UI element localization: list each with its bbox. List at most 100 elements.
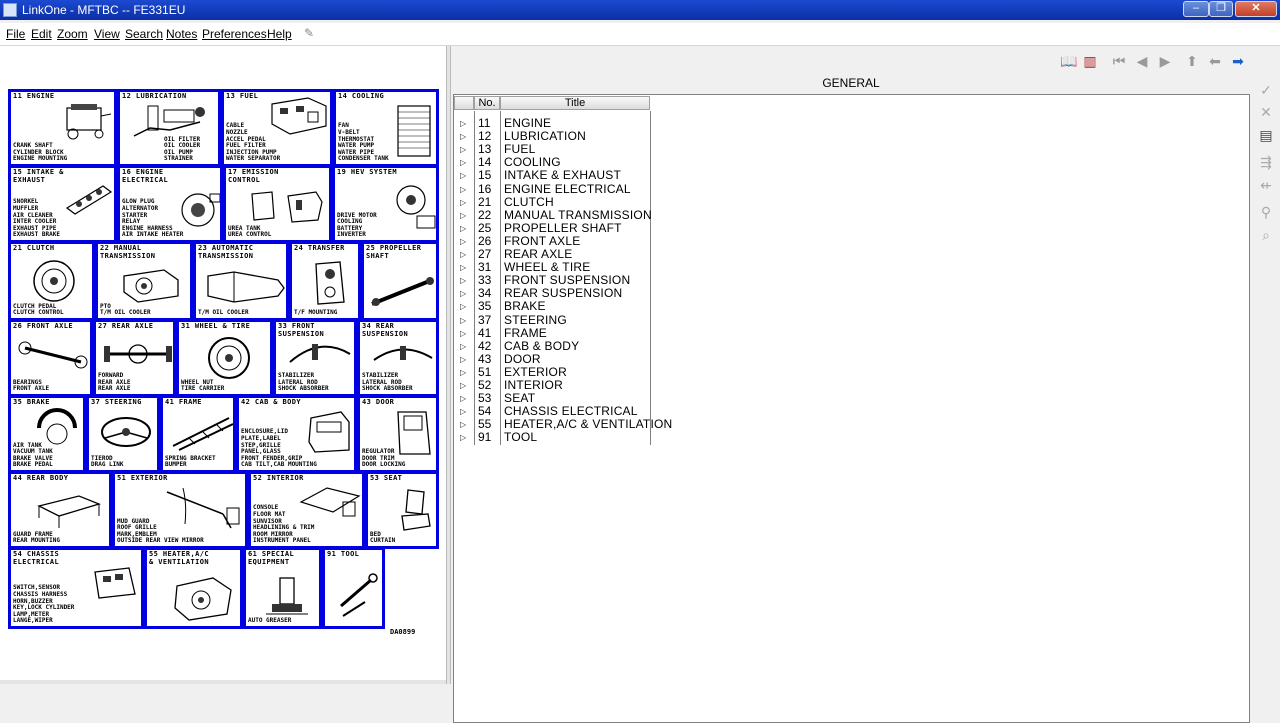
expand-arrow-icon[interactable]: ▷	[460, 156, 466, 169]
cart-remove-icon[interactable]: ⇷	[1258, 177, 1274, 193]
list-item[interactable]: ▷ 34 REAR SUSPENSION	[454, 287, 654, 300]
list-item[interactable]: ▷ 35 BRAKE	[454, 300, 654, 313]
expand-arrow-icon[interactable]: ▷	[460, 418, 466, 431]
list-item[interactable]: ▷ 31 WHEEL & TIRE	[454, 261, 654, 274]
bookmark-icon[interactable]: ▥	[1082, 53, 1098, 69]
close-button[interactable]: ✕	[1235, 1, 1277, 17]
diagram-cell-manual-transmission[interactable]: 22 MANUAL TRANSMISSION PTO T/M OIL COOLE…	[95, 241, 193, 321]
diagram-cell-rear-body[interactable]: 44 REAR BODY GUARD FRAME REAR MOUNTING	[8, 471, 112, 549]
expand-arrow-icon[interactable]: ▷	[460, 248, 466, 261]
expand-arrow-icon[interactable]: ▷	[460, 300, 466, 313]
diagram-cell-hev-system[interactable]: 19 HEV SYSTEM DRIVE MOTOR COOLING BATTER…	[332, 165, 439, 243]
menu-preferences[interactable]: Preferences	[202, 27, 267, 41]
list-item[interactable]: ▷ 33 FRONT SUSPENSION	[454, 274, 654, 287]
list-item[interactable]: ▷ 54 CHASSIS ELECTRICAL	[454, 405, 654, 418]
list-item[interactable]: ▷ 14 COOLING	[454, 156, 654, 169]
parts-list-icon[interactable]: ▤	[1258, 127, 1274, 143]
list-item[interactable]: ▷ 11 ENGINE	[454, 117, 654, 130]
list-item[interactable]: ▷ 42 CAB & BODY	[454, 339, 654, 353]
column-header-no[interactable]: No.	[474, 96, 500, 110]
diagram-cell-transfer[interactable]: 24 TRANSFER T/F MOUNTING	[289, 241, 361, 321]
diagram-cell-steering[interactable]: 37 STEERING TIEROD DRAG LINK	[86, 395, 160, 473]
expand-arrow-icon[interactable]: ▷	[460, 405, 466, 418]
list-item[interactable]: ▷ 21 CLUTCH	[454, 195, 654, 209]
list-item[interactable]: ▷ 13 FUEL	[454, 143, 654, 156]
diagram-cell-cooling[interactable]: 14 COOLING FAN V-BELT THERMOSTAT WATER P…	[333, 89, 439, 167]
list-item[interactable]: ▷ 22 MANUAL TRANSMISSION	[454, 208, 654, 222]
list-item[interactable]: ▷ 43 DOOR	[454, 352, 654, 366]
diagram-cell-frame[interactable]: 41 FRAME SPRING BRACKET BUMPER	[160, 395, 236, 473]
first-page-icon[interactable]: ⏮	[1111, 53, 1127, 69]
expand-arrow-icon[interactable]: ▷	[460, 209, 466, 222]
forward-icon[interactable]: ➡	[1230, 53, 1246, 69]
list-item[interactable]: ▷ 25 PROPELLER SHAFT	[454, 221, 654, 235]
diagram-cell-rear-suspension[interactable]: 34 REAR SUSPENSION STABILIZER LATERAL RO…	[357, 319, 439, 397]
diagram-cell-brake[interactable]: 35 BRAKE AIR TANK VACUUM TANK BRAKE VALV…	[8, 395, 86, 473]
menu-search[interactable]: Search	[125, 27, 163, 41]
diagram-cell-interior[interactable]: 52 INTERIOR CONSOLE FLOOR MAT SUNVISOR H…	[248, 471, 365, 549]
diagram-cell-automatic-transmission[interactable]: 23 AUTOMATIC TRANSMISSION T/M OIL COOLER	[193, 241, 289, 321]
diagram-cell-exterior[interactable]: 51 EXTERIOR MUD GUARD ROOF GRILLE MARK,E…	[112, 471, 248, 549]
cart-add-icon[interactable]: ⇶	[1258, 154, 1274, 170]
diagram-cell-wheel-tire[interactable]: 31 WHEEL & TIRE WHEEL NUT TIRE CARRIER	[176, 319, 273, 397]
expand-arrow-icon[interactable]: ▷	[460, 327, 466, 340]
book-icon[interactable]: 📖	[1060, 53, 1077, 69]
diagram-cell-intake-exhaust[interactable]: 15 INTAKE & EXHAUST SNORKEL MUFFLER AIR …	[8, 165, 117, 243]
expand-arrow-icon[interactable]: ▷	[460, 287, 466, 300]
expand-arrow-icon[interactable]: ▷	[460, 117, 466, 130]
checkmark-icon[interactable]: ✓	[1258, 82, 1274, 98]
expand-arrow-icon[interactable]: ▷	[460, 353, 466, 366]
column-header-title[interactable]: Title	[500, 96, 650, 110]
expand-arrow-icon[interactable]: ▷	[460, 274, 466, 287]
diagram-cell-heater-ac-ventilation[interactable]: 55 HEATER,A/C & VENTILATION	[144, 547, 243, 629]
diagram-cell-clutch[interactable]: 21 CLUTCH CLUTCH PEDAL CLUTCH CONTROL	[8, 241, 95, 321]
menu-zoom[interactable]: Zoom	[57, 27, 88, 41]
diagram-cell-emission-control[interactable]: 17 EMISSION CONTROL UREA TANK UREA CONTR…	[223, 165, 332, 243]
expand-arrow-icon[interactable]: ▷	[460, 143, 466, 156]
diagram-cell-chassis-electrical[interactable]: 54 CHASSIS ELECTRICAL SWITCH,SENSOR CHAS…	[8, 547, 144, 629]
menu-file[interactable]: File	[6, 27, 25, 41]
diagram-cell-special-equipment[interactable]: 61 SPECIAL EQUIPMENT AUTO GREASER	[243, 547, 322, 629]
diagram-cell-engine[interactable]: 11 ENGINE CRANK SHAFT CYLINDER BLOCK ENG…	[8, 89, 117, 167]
up-level-icon[interactable]: ⬆	[1184, 53, 1200, 69]
list-item[interactable]: ▷ 41 FRAME	[454, 326, 654, 340]
list-item[interactable]: ▷ 51 EXTERIOR	[454, 365, 654, 379]
diagram-cell-propeller-shaft[interactable]: 25 PROPELLER SHAFT	[361, 241, 439, 321]
contents-list[interactable]: No. Title ▷ 11 ENGINE ▷ 12 LUBRICATION ▷ 13 FUEL…	[453, 94, 1250, 723]
diagram-cell-front-suspension[interactable]: 33 FRONT SUSPENSION STABILIZER LATERAL R…	[273, 319, 357, 397]
cancel-icon[interactable]: ✕	[1258, 104, 1274, 120]
list-item[interactable]: ▷ 52 INTERIOR	[454, 379, 654, 392]
list-item[interactable]: ▷ 37 STEERING	[454, 313, 654, 327]
diagram-cell-engine-electrical[interactable]: 16 ENGINE ELECTRICAL GLOW PLUG ALTERNATO…	[117, 165, 223, 243]
menu-help[interactable]: Help	[267, 27, 292, 41]
diagram-cell-cab-body[interactable]: 42 CAB & BODY ENCLOSURE,LID PLATE,LABEL …	[236, 395, 357, 473]
binoculars-icon[interactable]: ⚲	[1258, 204, 1274, 220]
back-icon[interactable]: ⬅	[1207, 53, 1223, 69]
minimize-button[interactable]: –	[1183, 1, 1209, 17]
expand-arrow-icon[interactable]: ▷	[460, 169, 466, 182]
list-item[interactable]: ▷ 55 HEATER,A/C & VENTILATION	[454, 418, 672, 431]
list-item[interactable]: ▷ 27 REAR AXLE	[454, 248, 654, 261]
list-item[interactable]: ▷ 12 LUBRICATION	[454, 130, 654, 143]
diagram-cell-seat[interactable]: 53 SEAT BED CURTAIN	[365, 471, 439, 549]
list-item[interactable]: ▷ 16 ENGINE ELECTRICAL	[454, 182, 654, 196]
expand-arrow-icon[interactable]: ▷	[460, 196, 466, 209]
list-item[interactable]: ▷ 53 SEAT	[454, 392, 654, 405]
pin-icon[interactable]: ✎	[304, 26, 318, 40]
diagram-cell-fuel[interactable]: 13 FUEL CABLE NOZZLE ACCEL PEDAL FUEL FI…	[221, 89, 333, 167]
expand-arrow-icon[interactable]: ▷	[460, 261, 466, 274]
zoom-icon[interactable]: ⌕	[1258, 227, 1274, 243]
expand-arrow-icon[interactable]: ▷	[460, 392, 466, 405]
expand-arrow-icon[interactable]: ▷	[460, 222, 466, 235]
expand-arrow-icon[interactable]: ▷	[460, 366, 466, 379]
expand-arrow-icon[interactable]: ▷	[460, 379, 466, 392]
next-page-icon[interactable]: ▶	[1157, 53, 1173, 69]
expand-arrow-icon[interactable]: ▷	[460, 130, 466, 143]
expand-arrow-icon[interactable]: ▷	[460, 314, 466, 327]
diagram-cell-tool[interactable]: 91 TOOL	[322, 547, 385, 629]
expand-arrow-icon[interactable]: ▷	[460, 340, 466, 353]
expand-arrow-icon[interactable]: ▷	[460, 431, 466, 444]
restore-button[interactable]: ❐	[1209, 1, 1233, 17]
menu-edit[interactable]: Edit	[31, 27, 52, 41]
list-item[interactable]: ▷ 15 INTAKE & EXHAUST	[454, 169, 654, 182]
